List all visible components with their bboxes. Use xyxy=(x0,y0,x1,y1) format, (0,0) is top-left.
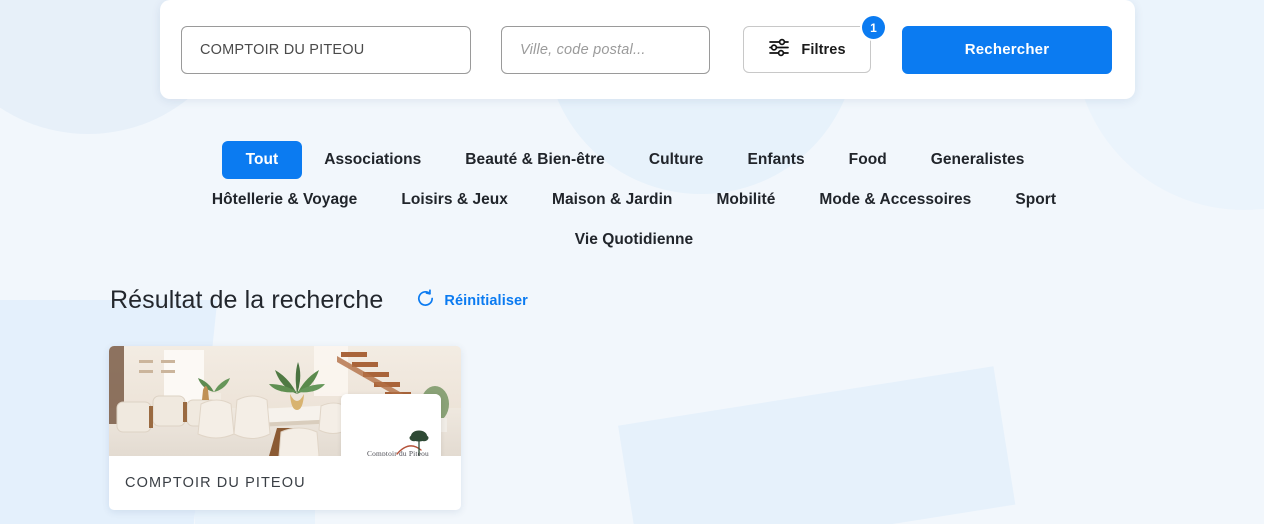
category-tab-sport[interactable]: Sport xyxy=(993,181,1078,219)
result-card-photo: Comptoir du Piteou xyxy=(109,346,461,456)
category-tab-mode-accessoires[interactable]: Mode & Accessoires xyxy=(797,181,993,219)
filters-badge: 1 xyxy=(862,16,885,39)
filters-control: Filtres 1 xyxy=(743,16,885,73)
search-city-input[interactable] xyxy=(501,25,710,74)
category-tab-generalistes[interactable]: Generalistes xyxy=(909,141,1047,179)
category-tab-row: Tout Associations Beauté & Bien-être Cultur… xyxy=(110,140,1158,180)
category-tab-beaut-bien-tre[interactable]: Beauté & Bien-être xyxy=(443,141,627,179)
results-title: Résultat de la recherche xyxy=(110,286,384,314)
filters-button-label: Filtres xyxy=(801,41,846,58)
category-tab-maison-jardin[interactable]: Maison & Jardin xyxy=(530,181,694,219)
category-tab-row: Hôtellerie & Voyage Loisirs & Jeux Maison … xyxy=(110,180,1158,220)
reset-filters-button[interactable]: Réinitialiser xyxy=(416,288,528,313)
search-query-input[interactable] xyxy=(181,25,471,74)
category-tab-row: Vie Quotidienne xyxy=(110,220,1158,260)
reset-filters-label: Réinitialiser xyxy=(444,292,528,309)
results-header: Résultat de la recherche Réinitialiser xyxy=(110,286,528,315)
category-tab-h-tellerie-voyage[interactable]: Hôtellerie & Voyage xyxy=(190,181,379,219)
category-tab-mobilit[interactable]: Mobilité xyxy=(694,181,797,219)
category-tab-food[interactable]: Food xyxy=(827,141,909,179)
refresh-circle-icon xyxy=(416,288,435,313)
comptoir-du-piteou-logo: Comptoir du Piteou xyxy=(341,394,441,456)
filters-button[interactable]: Filtres xyxy=(743,26,871,73)
result-card[interactable]: Comptoir du Piteou COMPTOIR DU PITEOU xyxy=(109,346,461,510)
category-tab-loisirs-jeux[interactable]: Loisirs & Jeux xyxy=(379,181,530,219)
category-tab-vie-quotidienne[interactable]: Vie Quotidienne xyxy=(553,221,715,259)
search-submit-button[interactable]: Rechercher xyxy=(902,25,1112,74)
svg-text:Comptoir du Piteou: Comptoir du Piteou xyxy=(367,449,429,456)
merchant-logo-tile: Comptoir du Piteou xyxy=(341,394,441,456)
category-tab-culture[interactable]: Culture xyxy=(627,141,726,179)
search-panel: Filtres 1 Rechercher xyxy=(160,0,1135,99)
category-tabs: Tout Associations Beauté & Bien-être Cultur… xyxy=(110,140,1158,260)
category-tab-tout[interactable]: Tout xyxy=(221,141,303,179)
category-tab-associations[interactable]: Associations xyxy=(302,141,443,179)
category-tab-enfants[interactable]: Enfants xyxy=(725,141,826,179)
sliders-icon xyxy=(768,38,790,62)
result-card-title: COMPTOIR DU PITEOU xyxy=(125,475,306,491)
search-results-page: Filtres 1 Rechercher ToutAssociationsBea… xyxy=(0,0,1264,524)
